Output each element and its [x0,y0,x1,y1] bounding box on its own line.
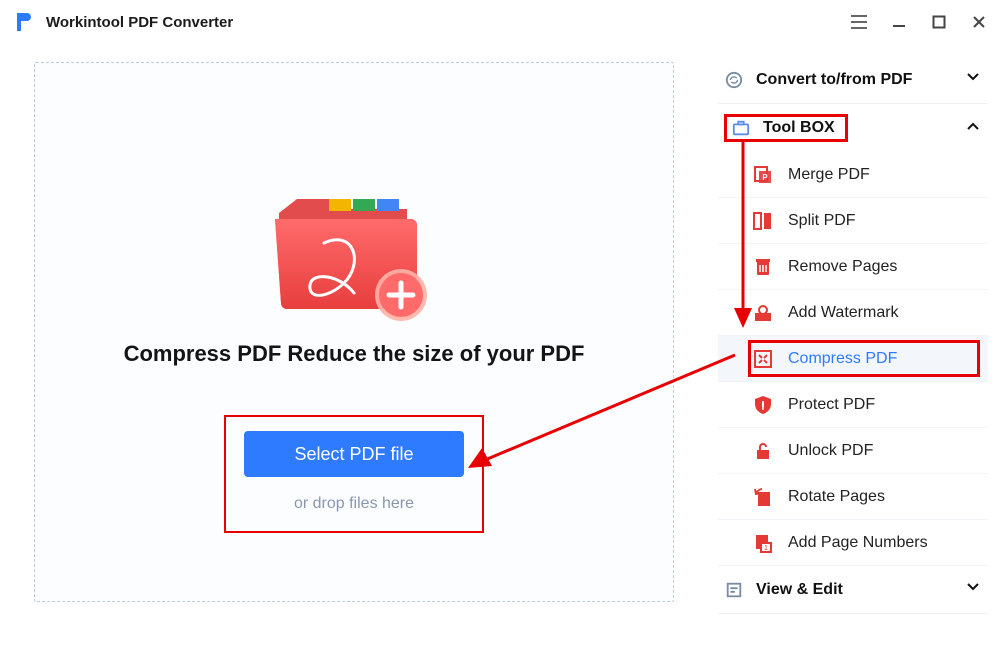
compress-icon [752,348,774,370]
sidebar: Convert to/from PDF Tool BOX P Merge P [718,44,988,638]
convert-icon [724,71,744,89]
tool-remove-label: Remove Pages [788,258,897,276]
page-heading: Compress PDF Reduce the size of your PDF [124,341,585,367]
section-convert[interactable]: Convert to/from PDF [718,56,988,104]
tool-protect[interactable]: Protect PDF [718,382,988,428]
section-convert-label: Convert to/from PDF [756,71,912,89]
split-icon [752,210,774,232]
merge-icon: P [752,164,774,186]
tool-watermark[interactable]: Add Watermark [718,290,988,336]
maximize-icon[interactable] [930,13,948,31]
close-icon[interactable] [970,13,988,31]
tool-compress[interactable]: Compress PDF [718,336,988,382]
protect-icon [752,394,774,416]
tool-compress-label: Compress PDF [788,350,897,368]
menu-icon[interactable] [850,13,868,31]
minimize-icon[interactable] [890,13,908,31]
section-toolbox[interactable]: Tool BOX [718,104,988,152]
tool-protect-label: Protect PDF [788,396,875,414]
tool-merge-label: Merge PDF [788,166,870,184]
title-bar: Workintool PDF Converter [0,0,1000,44]
section-toolbox-label: Tool BOX [763,119,835,137]
watermark-icon [752,302,774,324]
section-view-edit[interactable]: View & Edit [718,566,988,614]
tool-pagenum-label: Add Page Numbers [788,534,928,552]
tool-split-label: Split PDF [788,212,856,230]
unlock-icon [752,440,774,462]
chevron-down-icon [966,580,980,599]
toolbox-icon [731,119,751,137]
select-pdf-button[interactable]: Select PDF file [244,431,464,477]
app-title: Workintool PDF Converter [46,14,850,31]
pagenum-icon: 1 [752,532,774,554]
tool-pagenum[interactable]: 1 Add Page Numbers [718,520,988,566]
toolbox-list: P Merge PDF Split PDF Remove Pages [718,152,988,566]
svg-text:P: P [762,173,768,182]
tool-split[interactable]: Split PDF [718,198,988,244]
section-view-edit-label: View & Edit [756,581,843,599]
tool-unlock-label: Unlock PDF [788,442,873,460]
tool-rotate-label: Rotate Pages [788,488,885,506]
pdf-folder-icon [269,183,439,323]
app-logo-icon [12,10,36,34]
tool-remove[interactable]: Remove Pages [718,244,988,290]
chevron-down-icon [966,70,980,89]
remove-pages-icon [752,256,774,278]
main-panel: Compress PDF Reduce the size of your PDF… [12,44,698,638]
tool-watermark-label: Add Watermark [788,304,899,322]
select-file-group: Select PDF file or drop files here [224,415,484,533]
tool-merge[interactable]: P Merge PDF [718,152,988,198]
tool-unlock[interactable]: Unlock PDF [718,428,988,474]
chevron-up-icon [966,119,980,138]
tool-rotate[interactable]: Rotate Pages [718,474,988,520]
drop-zone[interactable]: Compress PDF Reduce the size of your PDF… [34,62,674,602]
drop-hint-text: or drop files here [294,495,414,513]
svg-text:1: 1 [764,545,768,552]
window-controls [850,13,988,31]
rotate-icon [752,486,774,508]
view-edit-icon [724,581,744,599]
